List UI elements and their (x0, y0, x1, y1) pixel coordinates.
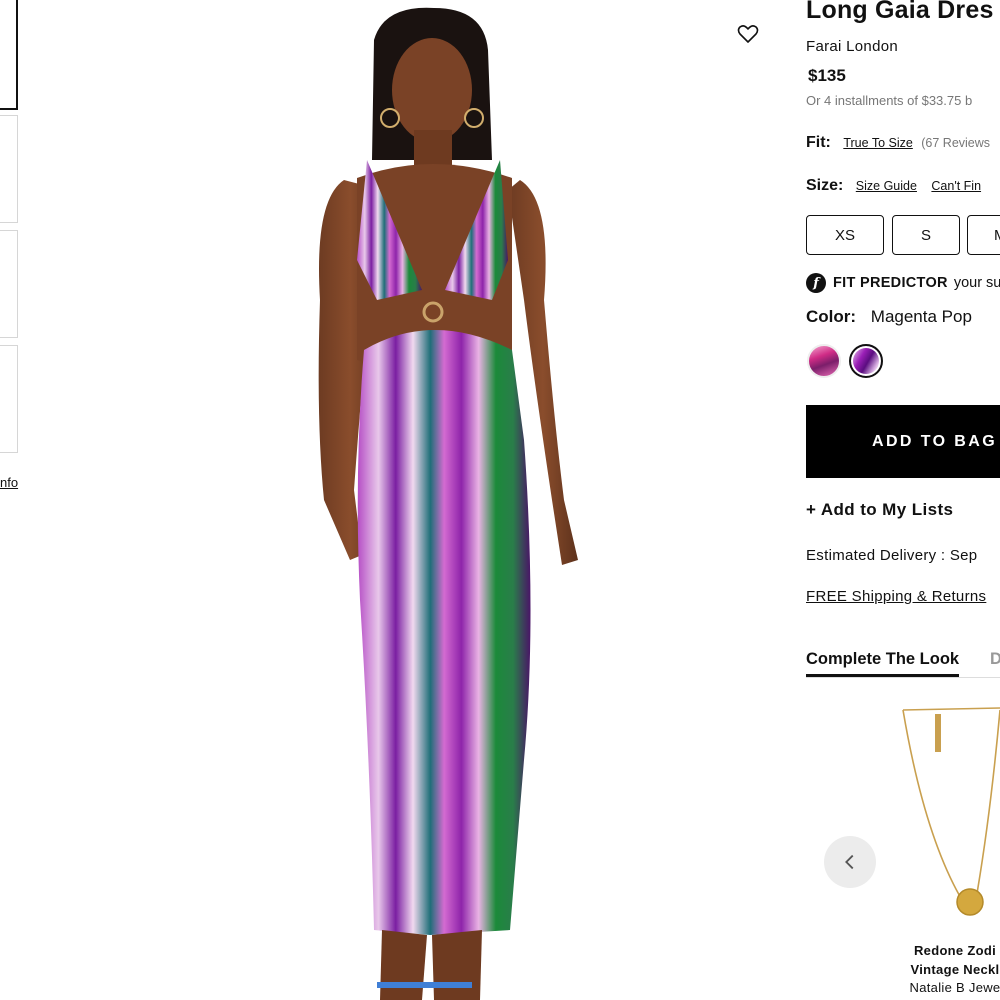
tab-second[interactable]: D (990, 650, 1000, 669)
size-option-s[interactable]: S (892, 215, 960, 255)
tabs-divider (806, 677, 1000, 678)
product-main-image[interactable] (262, 0, 762, 1000)
fit-row: Fit: True To Size (67 Reviews (806, 134, 990, 152)
chevron-left-icon (845, 854, 854, 870)
product-price: $135 (808, 66, 846, 85)
recommended-product-brand[interactable]: Natalie B Jewe (895, 980, 1000, 995)
recommended-product-image[interactable] (895, 700, 1000, 930)
carousel-prev-button[interactable] (824, 836, 876, 888)
color-label: Color: (806, 307, 857, 326)
fit-predictor-label: FIT PREDICTOR (833, 275, 948, 291)
product-info-link[interactable]: nfo (0, 475, 18, 490)
gallery-thumbnail[interactable] (0, 230, 18, 338)
recommended-product-name-line2[interactable]: Vintage Neckl (895, 962, 1000, 977)
cant-find-size-link[interactable]: Can't Fin (931, 179, 981, 193)
size-option-xs[interactable]: XS (806, 215, 884, 255)
installments-text: Or 4 installments of $33.75 b (806, 93, 973, 108)
fit-predictor-text: your su (953, 275, 1000, 291)
color-swatch-pink[interactable] (807, 344, 841, 378)
product-brand[interactable]: Farai London (806, 38, 898, 55)
gallery-thumbnail[interactable] (0, 345, 18, 453)
fit-label: Fit: (806, 134, 831, 151)
gallery-thumbnail[interactable] (0, 115, 18, 223)
fit-reviews[interactable]: (67 Reviews (921, 136, 990, 150)
color-swatch-magenta-pop[interactable] (849, 344, 883, 378)
recommended-product-name-line1[interactable]: Redone Zodi (895, 943, 1000, 958)
size-guide-link[interactable]: Size Guide (856, 179, 917, 193)
size-row: Size: Size Guide Can't Fin (806, 177, 981, 195)
wishlist-heart-icon[interactable] (736, 22, 760, 46)
product-title: Long Gaia Dres (806, 0, 994, 24)
estimated-delivery: Estimated Delivery : Sep (806, 547, 978, 564)
size-label: Size: (806, 177, 844, 194)
selected-color: Magenta Pop (870, 307, 972, 326)
color-row: Color: Magenta Pop (806, 307, 972, 327)
add-to-lists-button[interactable]: + Add to My Lists (806, 500, 953, 520)
size-option-m[interactable]: M (967, 215, 1000, 255)
fit-value-link[interactable]: True To Size (843, 136, 912, 150)
fit-predictor[interactable]: f FIT PREDICTOR your su (806, 273, 1000, 293)
tab-complete-the-look[interactable]: Complete The Look (806, 650, 960, 677)
fit-predictor-logo-icon: f (806, 273, 826, 293)
add-to-bag-button[interactable]: ADD TO BAG (806, 405, 1000, 478)
free-shipping-link[interactable]: FREE Shipping & Returns (806, 588, 986, 605)
gallery-thumbnail[interactable] (0, 0, 18, 110)
